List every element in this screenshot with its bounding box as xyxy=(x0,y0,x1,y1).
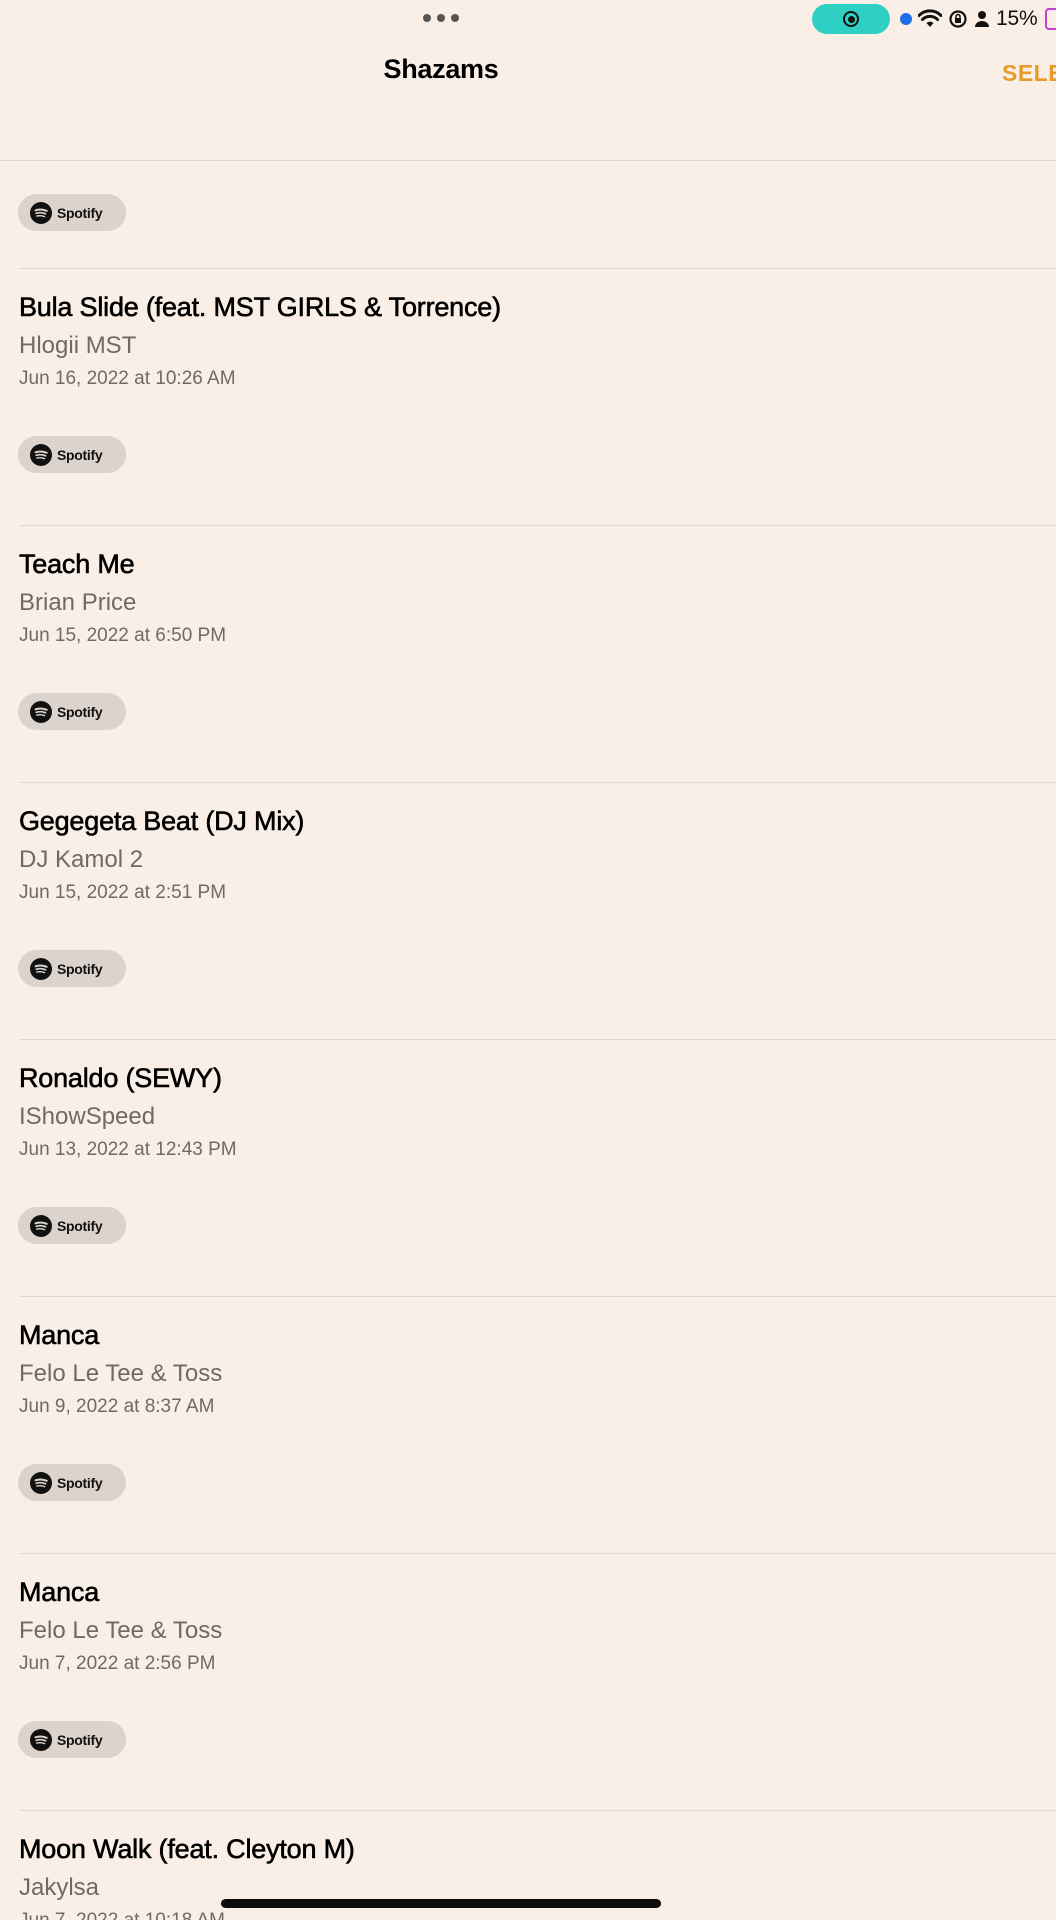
row-divider xyxy=(19,525,1056,526)
track-title: Teach Me xyxy=(19,549,135,580)
track-title: Manca xyxy=(19,1320,100,1351)
person-icon xyxy=(974,10,990,28)
list-item[interactable]: Ronaldo (SEWY) IShowSpeed Jun 13, 2022 a… xyxy=(0,1039,1056,1296)
spotify-icon xyxy=(30,1471,52,1494)
track-date: Jun 7, 2022 at 10:18 AM xyxy=(19,1910,225,1920)
row-divider xyxy=(19,1296,1056,1297)
spotify-button[interactable]: Spotify xyxy=(18,194,126,231)
list-item[interactable]: Manca Felo Le Tee & Toss Jun 9, 2022 at … xyxy=(0,1296,1056,1553)
list-item[interactable]: Teach Me Brian Price Jun 15, 2022 at 6:5… xyxy=(0,525,1056,782)
track-artist: Jakylsa xyxy=(19,1874,100,1901)
spotify-label: Spotify xyxy=(57,960,103,977)
spotify-label: Spotify xyxy=(57,1474,103,1491)
multitasking-dots[interactable] xyxy=(423,12,459,24)
spotify-label: Spotify xyxy=(57,446,103,463)
status-bar-right: 15% xyxy=(900,6,1056,32)
wifi-icon xyxy=(918,9,942,29)
row-divider xyxy=(19,782,1056,783)
screen-recording-indicator[interactable] xyxy=(812,4,890,34)
track-date: Jun 13, 2022 at 12:43 PM xyxy=(19,1139,237,1160)
battery-icon xyxy=(1045,8,1056,30)
spotify-icon xyxy=(30,700,52,723)
track-date: Jun 16, 2022 at 10:26 AM xyxy=(19,368,236,389)
track-artist: DJ Kamol 2 xyxy=(19,846,144,873)
spotify-label: Spotify xyxy=(57,703,103,720)
track-artist: Felo Le Tee & Toss xyxy=(19,1617,223,1644)
track-title: Manca xyxy=(19,1577,100,1608)
track-artist: Brian Price xyxy=(19,589,137,616)
spotify-button[interactable]: Spotify xyxy=(18,1207,126,1244)
spotify-label: Spotify xyxy=(57,204,103,221)
track-artist: Felo Le Tee & Toss xyxy=(19,1360,223,1387)
spotify-label: Spotify xyxy=(57,1217,103,1234)
track-date: Jun 15, 2022 at 2:51 PM xyxy=(19,882,227,903)
spotify-button[interactable]: Spotify xyxy=(18,1721,126,1758)
row-divider xyxy=(19,1039,1056,1040)
dot xyxy=(451,14,459,22)
select-button[interactable]: SELE xyxy=(1002,60,1056,87)
list-item[interactable]: Bula Slide (feat. MST GIRLS & Torrence) … xyxy=(0,268,1056,525)
record-icon xyxy=(843,11,859,27)
row-divider xyxy=(19,1810,1056,1811)
spotify-label: Spotify xyxy=(57,1731,103,1748)
rotation-lock-icon xyxy=(948,9,968,29)
location-dot-icon xyxy=(900,13,912,25)
battery-percent: 15% xyxy=(996,7,1038,30)
track-title: Gegegeta Beat (DJ Mix) xyxy=(19,806,305,837)
home-indicator[interactable] xyxy=(221,1899,661,1908)
dot xyxy=(437,14,445,22)
track-title: Ronaldo (SEWY) xyxy=(19,1063,223,1094)
track-date: Jun 7, 2022 at 2:56 PM xyxy=(19,1653,216,1674)
spotify-icon xyxy=(30,201,52,224)
spotify-button[interactable]: Spotify xyxy=(18,1464,126,1501)
spotify-icon xyxy=(30,1214,52,1237)
spotify-icon xyxy=(30,443,52,466)
track-date: Jun 9, 2022 at 8:37 AM xyxy=(19,1396,215,1417)
track-title: Bula Slide (feat. MST GIRLS & Torrence) xyxy=(19,292,502,323)
page-title: Shazams xyxy=(383,54,499,84)
spotify-icon xyxy=(30,1728,52,1751)
spotify-button[interactable]: Spotify xyxy=(18,950,126,987)
track-title: Moon Walk (feat. Cleyton M) xyxy=(19,1834,356,1865)
spotify-button[interactable]: Spotify xyxy=(18,693,126,730)
track-artist: IShowSpeed xyxy=(19,1103,156,1130)
nav-divider xyxy=(0,160,1056,161)
list-item[interactable]: Gegegeta Beat (DJ Mix) DJ Kamol 2 Jun 15… xyxy=(0,782,1056,1039)
track-artist: Hlogii MST xyxy=(19,332,137,359)
spotify-icon xyxy=(30,957,52,980)
row-divider xyxy=(19,268,1056,269)
list-item[interactable]: Manca Felo Le Tee & Toss Jun 7, 2022 at … xyxy=(0,1553,1056,1810)
dot xyxy=(423,14,431,22)
spotify-button[interactable]: Spotify xyxy=(18,436,126,473)
track-date: Jun 15, 2022 at 6:50 PM xyxy=(19,625,227,646)
row-divider xyxy=(19,1553,1056,1554)
